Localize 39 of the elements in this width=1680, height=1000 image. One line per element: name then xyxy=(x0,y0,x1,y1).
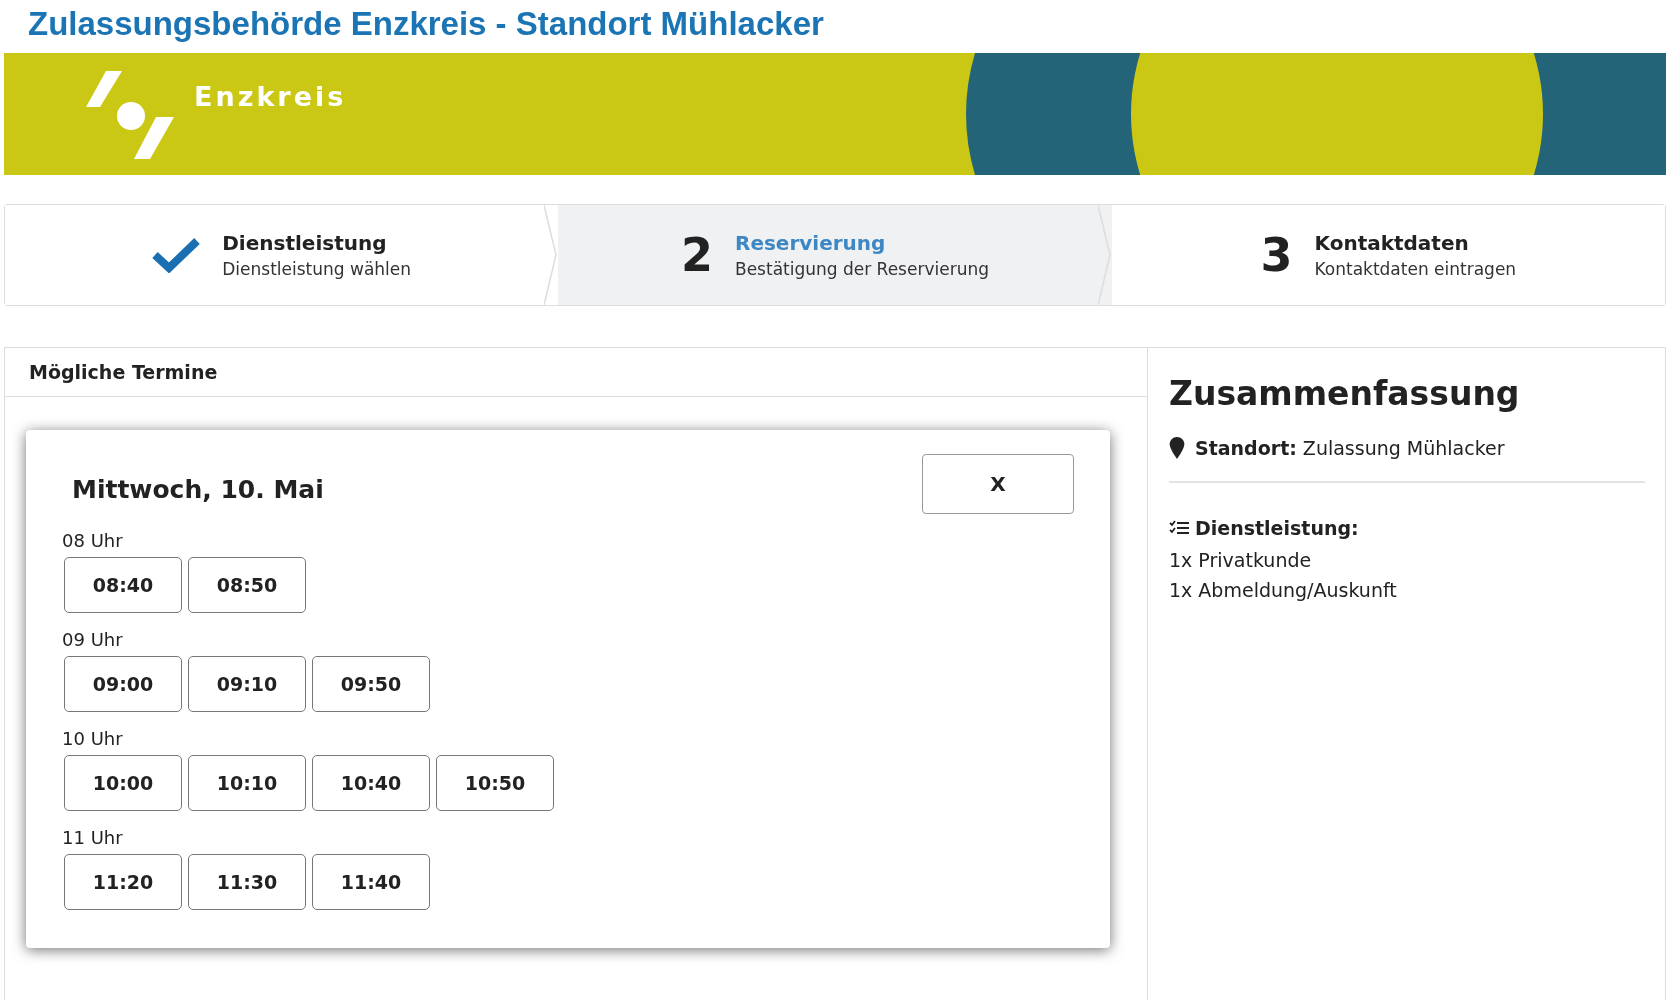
location-pin-icon xyxy=(1169,437,1185,459)
hour-label: 10 Uhr xyxy=(62,728,124,749)
time-slot-button[interactable]: 10:00 xyxy=(64,755,182,811)
dialog-date: Mittwoch, 10. Mai xyxy=(72,474,324,504)
step-subtitle: Bestätigung der Reservierung xyxy=(735,259,989,279)
service-item: 1x Privatkunde xyxy=(1169,548,1313,573)
step-tab[interactable]: Dienstleistung Dienstleistung wählen xyxy=(5,205,559,305)
panel-heading: Mögliche Termine xyxy=(5,348,1147,397)
close-button[interactable]: X xyxy=(922,454,1074,514)
time-slot-button[interactable]: 08:40 xyxy=(64,557,182,613)
step-title: Reservierung xyxy=(735,231,887,255)
time-slot-button[interactable]: 11:40 xyxy=(312,854,430,910)
step-title: Dienstleistung xyxy=(222,231,388,255)
hour-label: 09 Uhr xyxy=(62,629,124,650)
services-label: Dienstleistung: xyxy=(1195,517,1359,539)
hour-label: 11 Uhr xyxy=(62,827,124,848)
service-item: 1x Abmeldung/Auskunft xyxy=(1169,578,1398,603)
summary-title: Zusammenfassung xyxy=(1169,374,1521,413)
step-number: 2 xyxy=(680,228,713,282)
time-slot-button[interactable]: 10:10 xyxy=(188,755,306,811)
step-number: 3 xyxy=(1260,228,1293,282)
time-slot-button[interactable]: 10:40 xyxy=(312,755,430,811)
time-slot-button[interactable]: 08:50 xyxy=(188,557,306,613)
time-slot-button[interactable]: 11:30 xyxy=(188,854,306,910)
step-subtitle: Dienstleistung wählen xyxy=(222,259,412,279)
hour-label: 08 Uhr xyxy=(62,530,124,551)
step-subtitle: Kontaktdaten eintragen xyxy=(1314,259,1517,279)
time-slot-button[interactable]: 09:00 xyxy=(64,656,182,712)
page-title: Zulassungsbehörde Enzkreis - Standort Mühlacker xyxy=(28,4,825,44)
time-slot-button[interactable]: 09:50 xyxy=(312,656,430,712)
time-slot-button[interactable]: 11:20 xyxy=(64,854,182,910)
checklist-icon xyxy=(1169,520,1189,536)
step-title: Kontaktdaten xyxy=(1314,231,1470,255)
time-slot-button[interactable]: 09:10 xyxy=(188,656,306,712)
location-text: Standort: Zulassung Mühlacker xyxy=(1195,437,1505,459)
logo-text: Enzkreis xyxy=(194,80,347,112)
logo-icon xyxy=(86,71,176,161)
step-tab[interactable]: 2 Reservierung Bestätigung der Reservierung xyxy=(558,205,1112,305)
time-slot-button[interactable]: 10:50 xyxy=(436,755,554,811)
